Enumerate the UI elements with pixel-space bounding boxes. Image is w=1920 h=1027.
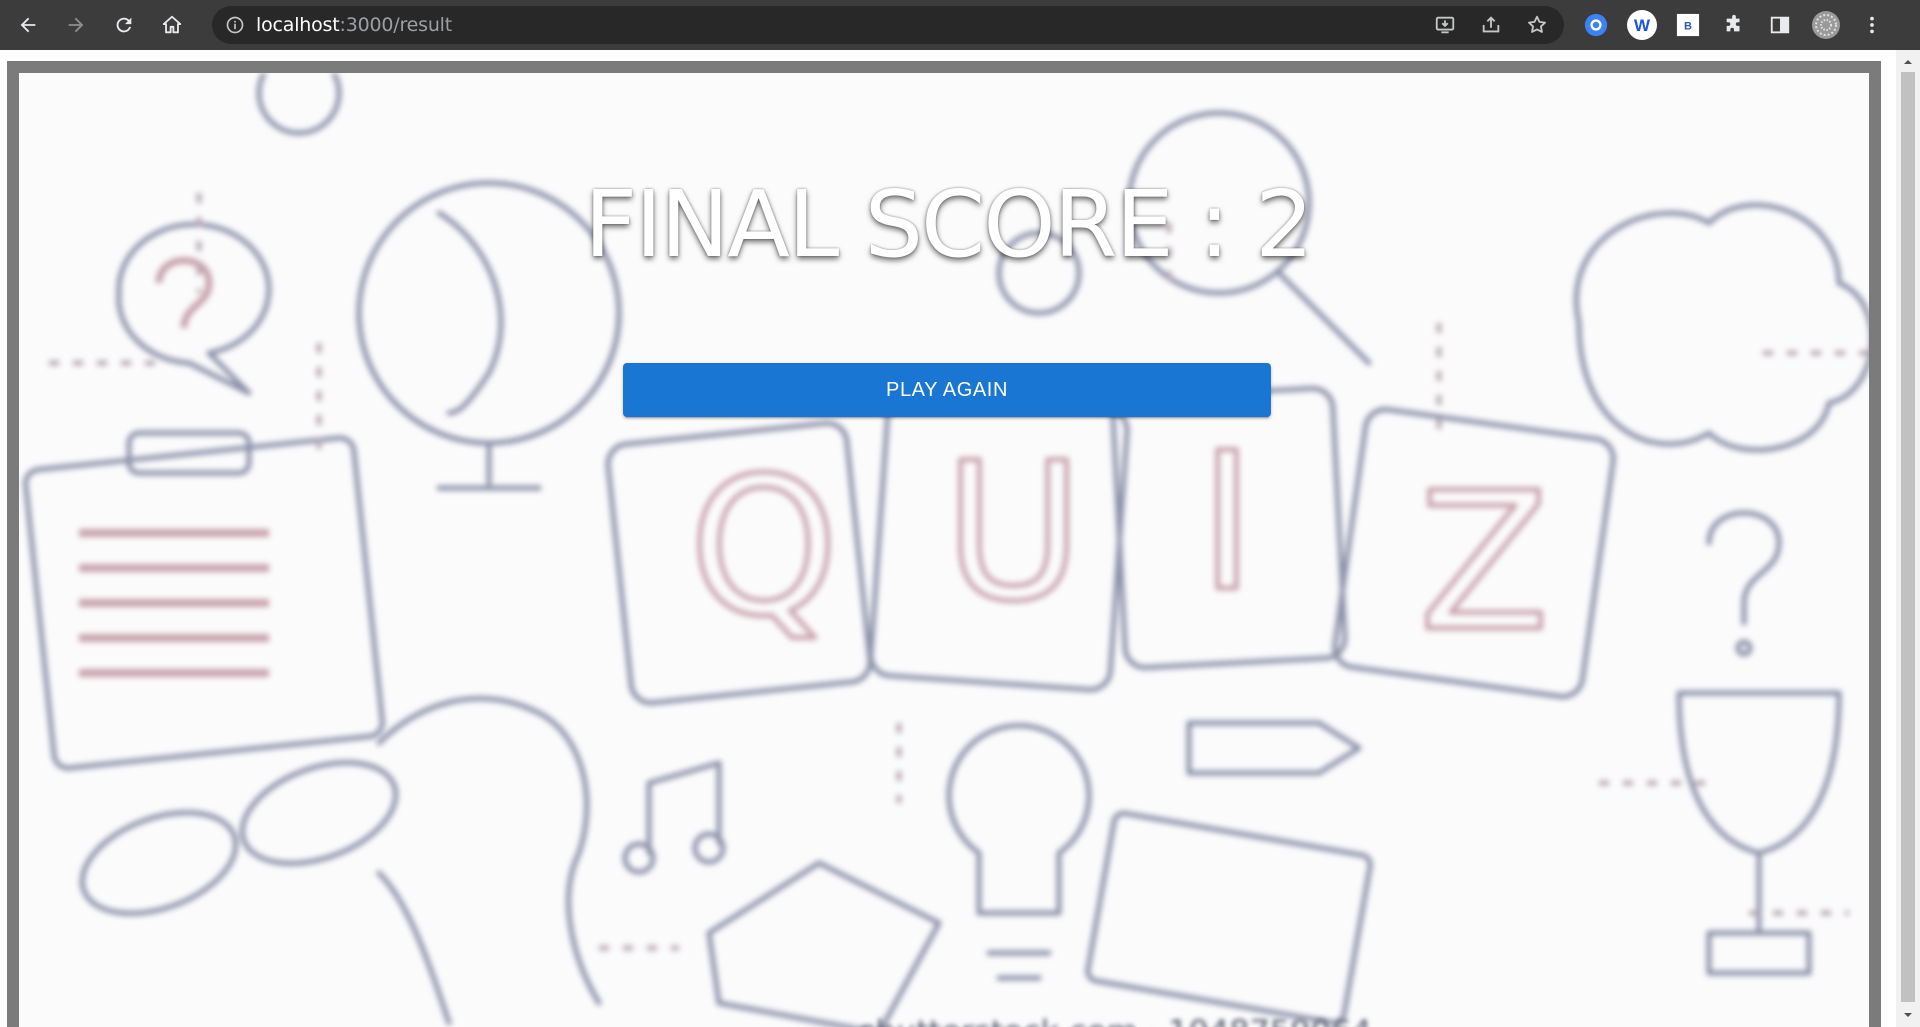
share-icon[interactable] [1478,12,1504,38]
clapperboard-illustration [1085,810,1373,1026]
scroll-up-arrow-icon[interactable] [1902,56,1914,68]
kebab-menu-icon[interactable] [1856,9,1888,41]
svg-text:W: W [1634,16,1651,35]
page-viewport: Q U I Z FINAL SCORE : 2 PLAY AGAIN shutt… [0,50,1896,1027]
forward-button[interactable] [56,5,96,45]
hand-pencil-illustration [376,696,602,1026]
quiz-letter-u: U [944,422,1083,643]
watermark-text: shutterstock.com · 1048759064 [859,1013,1372,1027]
home-icon [162,15,182,34]
music-note-illustration [646,760,722,856]
pencil-illustration [1186,720,1362,776]
back-button[interactable] [8,5,48,45]
quiz-letter-q: Q [689,437,839,658]
address-bar[interactable]: localhost:3000/result [212,6,1564,44]
side-panel-icon[interactable] [1764,9,1796,41]
page-scrollbar[interactable] [1896,50,1920,1027]
url-path: :3000/result [339,14,453,36]
reload-button[interactable] [104,5,144,45]
lightbulb-illustration [946,723,1092,916]
result-page-frame: Q U I Z FINAL SCORE : 2 PLAY AGAIN shutt… [7,61,1881,1027]
gear-illustration [256,73,342,136]
site-info-icon[interactable] [224,14,246,36]
screen-recorder-extension-icon[interactable] [1580,9,1612,41]
back-arrow-icon [20,17,36,33]
url-host: localhost [256,14,340,36]
svg-text:B: B [1684,21,1692,33]
question-mark-illustration [1706,510,1782,626]
forward-arrow-icon [68,17,84,33]
home-button[interactable] [152,5,192,45]
quiz-letter-i: I [1199,412,1255,633]
scrollbar-thumb[interactable] [1901,72,1915,1002]
play-again-button[interactable]: PLAY AGAIN [623,363,1271,417]
final-score-title: FINAL SCORE : 2 [584,171,1313,278]
bookmark-star-icon[interactable] [1524,12,1550,38]
reload-icon [116,17,132,33]
install-app-icon[interactable] [1432,12,1458,38]
profile-avatar-icon[interactable] [1810,9,1842,41]
url-text[interactable]: localhost:3000/result [256,14,452,36]
glasses-illustration [79,810,239,916]
w-extension-icon[interactable]: W [1626,9,1658,41]
scroll-down-arrow-icon[interactable] [1902,1009,1914,1021]
envelope-illustration [706,860,942,1027]
trophy-illustration [1676,690,1842,976]
puzzle-extensions-icon[interactable] [1718,9,1750,41]
quiz-letter-z: Z [1419,452,1549,673]
b-extension-icon[interactable]: B [1672,9,1704,41]
browser-toolbar: localhost:3000/result W B [0,0,1920,50]
